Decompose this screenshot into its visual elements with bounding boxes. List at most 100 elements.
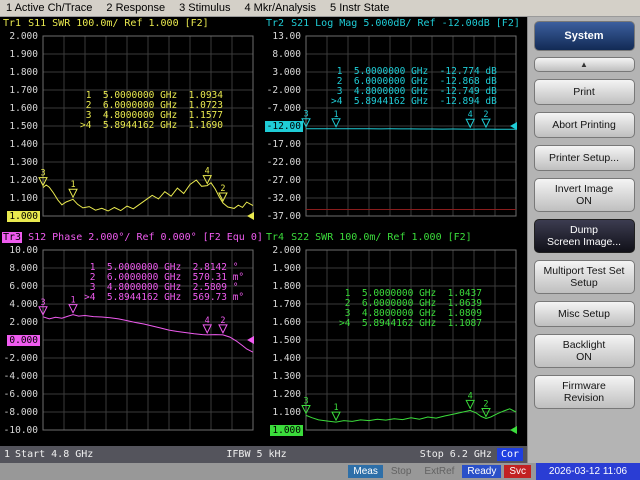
menu-item-mkr-analysis[interactable]: 4 Mkr/Analysis: [244, 2, 316, 14]
trace-header-tr3[interactable]: Tr3 S12 Phase 2.000°/ Ref 0.000° [F2 Equ…: [0, 231, 263, 245]
y-axis-label: -37.00: [266, 211, 301, 222]
marker-number: 2: [483, 399, 488, 409]
trace-window-tr4[interactable]: Tr4 S22 SWR 100.0m/ Ref 1.000 [F2] 2.000…: [263, 231, 527, 446]
marker-symbol[interactable]: [218, 192, 228, 203]
softkey-list: Print Abort Printing Printer Setup... Inver…: [528, 79, 640, 409]
trace-header-tr4[interactable]: Tr4 S22 SWR 100.0m/ Ref 1.000 [F2]: [263, 231, 527, 245]
marker-number: 1: [333, 110, 338, 120]
softkey-multiport-test-set-setup[interactable]: Multiport Test Set Setup: [533, 260, 635, 294]
y-axis-label: -12.00: [264, 121, 303, 132]
trace-name[interactable]: Tr4: [265, 232, 285, 243]
y-axis-label: 1.300: [9, 157, 38, 168]
status-ready: Ready: [462, 465, 502, 478]
stimulus-bar: 1 Start 4.8 GHz IFBW 5 kHz Stop 6.2 GHz …: [0, 446, 527, 463]
marker-number: 1: [70, 296, 75, 306]
y-axis-label: 2.000: [272, 245, 301, 256]
y-axis-labels: 13.00 8.000 3.000 -2.000 -7.000 -12.00 -17.00 -…: [263, 31, 305, 231]
y-axis-label: 1.900: [272, 263, 301, 274]
y-axis-label: -27.00: [266, 175, 301, 186]
y-axis-label: 1.500: [272, 335, 301, 346]
softkey-system[interactable]: System: [533, 21, 635, 51]
y-axis-label: 1.700: [9, 85, 38, 96]
grid-lines: [305, 35, 517, 217]
trace-name[interactable]: Tr2: [265, 18, 285, 29]
graticule-tr2: 1 2 3 4: [301, 35, 517, 217]
marker-number: 2: [220, 184, 225, 194]
y-axis-label: 1.200: [272, 389, 301, 400]
trace-name[interactable]: Tr3: [2, 232, 23, 243]
y-axis-label: 1.600: [9, 103, 38, 114]
marker-symbol[interactable]: [68, 188, 78, 199]
marker-symbol[interactable]: [202, 324, 213, 334]
status-meas: Meas: [348, 465, 383, 478]
graticule-tr4: 1 2 3 4: [301, 249, 517, 434]
marker-symbol[interactable]: [465, 399, 476, 410]
y-axis-label: 0.000: [7, 335, 40, 346]
y-axis-label: 1.800: [9, 67, 38, 78]
y-axis-label: 6.000: [9, 281, 38, 292]
menu-item-active-ch-trace[interactable]: 1 Active Ch/Trace: [6, 2, 92, 14]
analyzer-screen: Tr1 S11 SWR 100.0m/ Ref 1.000 [F2] 2.000…: [0, 17, 527, 463]
trace-window-tr2[interactable]: Tr2 S21 Log Mag 5.000dB/ Ref -12.00dB [F…: [263, 17, 527, 231]
marker-readout-tr3: 1 5.0000000 GHz 2.8142 ° 2 6.0000000 GHz…: [84, 263, 244, 303]
menu-item-response[interactable]: 2 Response: [106, 2, 165, 14]
y-axis-label: 1.700: [272, 299, 301, 310]
trace-settings: S11 SWR 100.0m/ Ref 1.000 [F2]: [22, 18, 209, 29]
y-axis-label: 2.000: [9, 31, 38, 42]
y-axis-label: -2.000: [266, 85, 301, 96]
marker-symbol[interactable]: [68, 304, 78, 314]
marker-readout-tr2: 1 5.0000000 GHz -12.774 dB 2 6.0000000 G…: [331, 67, 497, 107]
marker-number: 3: [303, 396, 308, 406]
marker-readout-row: >4 5.8944162 GHz 1.1087: [339, 318, 482, 329]
softkey-misc-setup[interactable]: Misc Setup: [533, 301, 635, 327]
y-axis-label: 10.00: [9, 245, 38, 256]
softkey-dump-screen-image[interactable]: Dump Screen Image...: [533, 219, 635, 253]
status-svc: Svc: [504, 465, 531, 478]
marker-symbol[interactable]: [331, 411, 341, 422]
marker-number: 1: [333, 403, 338, 413]
y-axis-labels: 2.000 1.900 1.800 1.700 1.600 1.500 1.400 1.300…: [0, 31, 42, 231]
y-axis-label: 8.000: [272, 49, 301, 60]
trace-name[interactable]: Tr1: [2, 18, 22, 29]
y-axis-label: -17.00: [266, 139, 301, 150]
softkey-invert-image-on[interactable]: Invert Image ON: [533, 178, 635, 212]
y-axis-label: 1.400: [272, 353, 301, 364]
softkey-printer-setup[interactable]: Printer Setup...: [533, 145, 635, 171]
y-axis-label: 1.100: [272, 407, 301, 418]
y-axis-label: -7.000: [266, 103, 301, 114]
marker-number: 4: [468, 391, 473, 401]
trace-window-grid: Tr1 S11 SWR 100.0m/ Ref 1.000 [F2] 2.000…: [0, 17, 527, 446]
y-axis-label: -32.00: [266, 193, 301, 204]
softkey-backlight-on[interactable]: Backlight ON: [533, 334, 635, 368]
trace-header-tr2[interactable]: Tr2 S21 Log Mag 5.000dB/ Ref -12.00dB [F…: [263, 17, 527, 31]
y-axis-label: -4.000: [3, 371, 38, 382]
trace-window-tr1[interactable]: Tr1 S11 SWR 100.0m/ Ref 1.000 [F2] 2.000…: [0, 17, 263, 231]
softkey-abort-printing[interactable]: Abort Printing: [533, 112, 635, 138]
marker-number: 2: [220, 316, 225, 326]
trace-settings: S22 SWR 100.0m/ Ref 1.000 [F2]: [285, 232, 472, 243]
marker-number: 3: [40, 169, 45, 179]
y-axis-label: 1.600: [272, 317, 301, 328]
y-axis-labels: 2.000 1.900 1.800 1.700 1.600 1.500 1.400 1.300…: [263, 245, 305, 446]
softkey-firmware-revision[interactable]: Firmware Revision: [533, 375, 635, 409]
trace-settings: S21 Log Mag 5.000dB/ Ref -12.00dB [F2]: [285, 18, 520, 29]
marker-symbol[interactable]: [218, 324, 228, 334]
y-axis-label: 13.00: [272, 31, 301, 42]
trace-settings: S12 Phase 2.000°/ Ref 0.000° [F2 Equ 0]: [22, 232, 263, 243]
marker-readout-row: >4 5.8944162 GHz -12.894 dB: [331, 96, 497, 107]
status-stop: Stop: [390, 466, 412, 477]
marker-number: 4: [468, 110, 473, 120]
softkey-print[interactable]: Print: [533, 79, 635, 105]
top-menu-bar: 1 Active Ch/Trace 2 Response 3 Stimulus …: [0, 0, 640, 17]
y-axis-label: 1.900: [9, 49, 38, 60]
y-axis-label: -22.00: [266, 157, 301, 168]
trace-window-tr3[interactable]: Tr3 S12 Phase 2.000°/ Ref 0.000° [F2 Equ…: [0, 231, 263, 446]
menu-item-instr-state[interactable]: 5 Instr State: [330, 2, 389, 14]
menu-item-stimulus[interactable]: 3 Stimulus: [179, 2, 230, 14]
softkey-scroll-up[interactable]: ▲: [533, 57, 635, 72]
ref-level-indicator: [247, 212, 254, 220]
y-axis-labels: 10.00 8.000 6.000 4.000 2.000 0.000 -2.000 -4.0…: [0, 245, 42, 446]
trace-header-tr1[interactable]: Tr1 S11 SWR 100.0m/ Ref 1.000 [F2]: [0, 17, 263, 31]
marker-readout-row: >4 5.8944162 GHz 1.1690: [80, 120, 223, 131]
ref-level-indicator: [247, 336, 254, 344]
